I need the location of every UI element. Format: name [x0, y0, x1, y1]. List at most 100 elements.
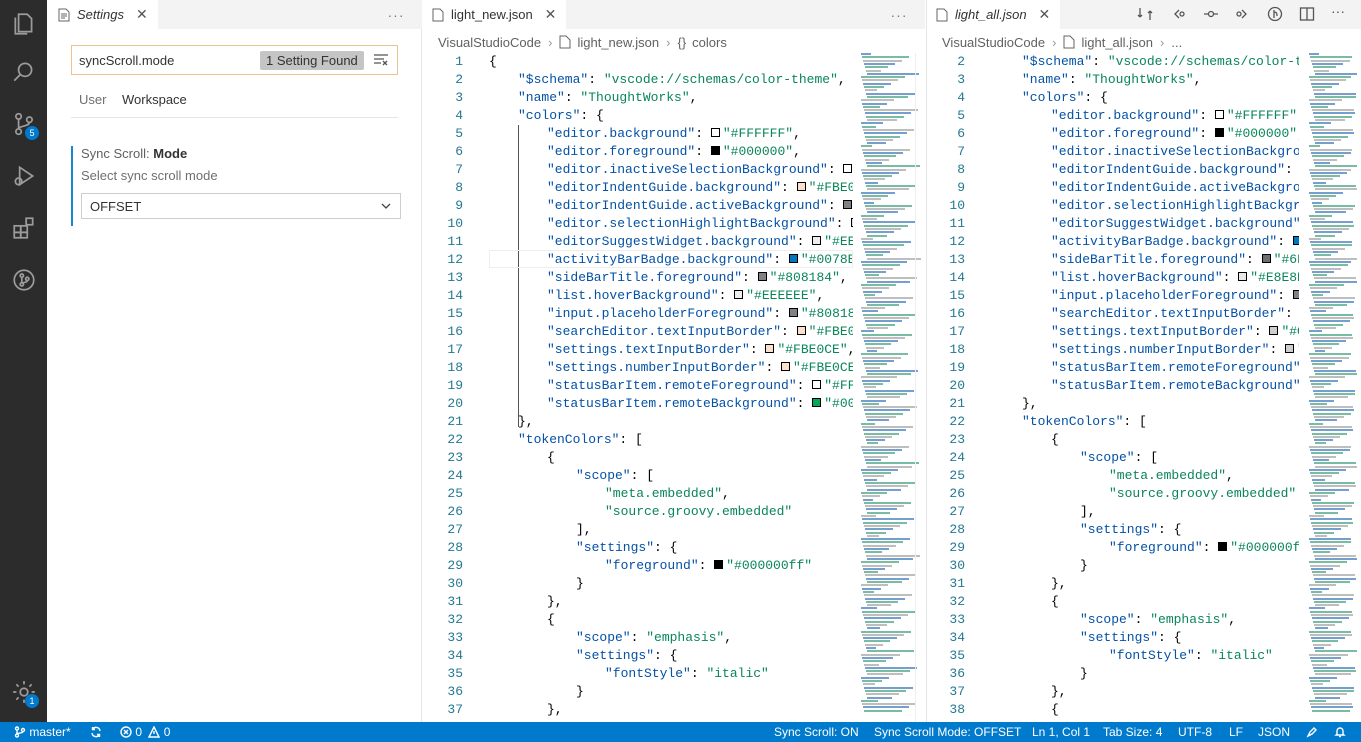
code-line[interactable]: "scope": [	[1080, 449, 1299, 467]
color-swatch-icon[interactable]	[1269, 326, 1279, 336]
code-line[interactable]: "meta.embedded",	[605, 485, 853, 503]
eol-status[interactable]: LF	[1229, 722, 1243, 742]
code-line[interactable]: "list.hoverBackground": "#EEEEEE",	[547, 287, 853, 305]
code-line[interactable]: "name": "ThoughtWorks",	[1022, 71, 1299, 89]
code-line[interactable]: {	[547, 449, 853, 467]
breadcrumb-file[interactable]: light_new.json	[577, 35, 659, 50]
code-line[interactable]: }	[1080, 665, 1299, 683]
code-line[interactable]: },	[1051, 683, 1299, 701]
code-line[interactable]: "statusBarItem.remoteBackground":	[1051, 377, 1299, 395]
notifications-bell-icon[interactable]	[1334, 722, 1346, 742]
code-line[interactable]: "editor.background": "#FFFFFF",	[547, 125, 853, 143]
code-area[interactable]: 1 {2 "$schema": "vscode://schemas/color-th…	[423, 53, 853, 722]
code-line[interactable]: "input.placeholderForeground": "#	[1051, 287, 1299, 305]
color-swatch-icon[interactable]	[710, 128, 720, 138]
code-line[interactable]: "editor.foreground": "#000000",	[547, 143, 853, 161]
code-line[interactable]: "editor.selectionHighlightBackgrou	[1051, 197, 1299, 215]
code-line[interactable]: }	[576, 683, 853, 701]
clear-filter-icon[interactable]	[373, 52, 389, 68]
code-line[interactable]: "scope": [	[576, 467, 853, 485]
code-line[interactable]: "activityBarBadge.background": "#0078BF"	[547, 251, 853, 269]
code-line[interactable]: "searchEditor.textInputBorder": "#FBE0CE…	[547, 323, 853, 341]
code-line[interactable]: },	[547, 701, 853, 719]
search-icon[interactable]	[0, 48, 47, 96]
code-line[interactable]: {	[547, 611, 853, 629]
git-graph-icon[interactable]	[0, 256, 47, 304]
color-swatch-icon[interactable]	[843, 164, 853, 174]
color-swatch-icon[interactable]	[851, 218, 853, 228]
color-swatch-icon[interactable]	[710, 146, 720, 156]
tab-light-new-json[interactable]: light_new.json ✕	[423, 0, 567, 29]
code-line[interactable]: {	[489, 53, 853, 71]
color-swatch-icon[interactable]	[781, 362, 791, 372]
color-swatch-icon[interactable]	[1238, 272, 1248, 282]
code-line[interactable]: "editor.background": "#FFFFFF",	[1051, 107, 1299, 125]
code-line[interactable]: "settings.textInputBorder": "#CEC	[1051, 323, 1299, 341]
code-line[interactable]: "fontStyle": "italic"	[605, 665, 853, 683]
color-swatch-icon[interactable]	[757, 272, 767, 282]
code-line[interactable]: },	[1022, 395, 1299, 413]
code-line[interactable]: "foreground": "#000000ff"	[605, 557, 853, 575]
code-line[interactable]: "fontStyle": "italic"	[1109, 647, 1299, 665]
code-line[interactable]: "editorIndentGuide.activeBackground": "#	[547, 197, 853, 215]
color-swatch-icon[interactable]	[1292, 236, 1299, 246]
code-line[interactable]: "$schema": "vscode://schemas/color-theme…	[518, 71, 853, 89]
color-swatch-icon[interactable]	[1214, 110, 1224, 120]
code-line[interactable]: ],	[576, 521, 853, 539]
code-line[interactable]: "scope": "emphasis",	[576, 629, 853, 647]
code-line[interactable]: "source.groovy.embedded"	[1109, 485, 1299, 503]
go-back-icon[interactable]	[1171, 6, 1187, 22]
split-editor-icon[interactable]	[1299, 6, 1315, 22]
code-line[interactable]: "colors": {	[518, 107, 853, 125]
code-line[interactable]: "editorSuggestWidget.background": "#EEEE…	[547, 233, 853, 251]
code-line[interactable]: "statusBarItem.remoteForeground": "#FFF"	[547, 377, 853, 395]
go-forward-icon[interactable]	[1234, 6, 1250, 22]
code-line[interactable]: "foreground": "#000000ff"	[1109, 539, 1299, 557]
code-line[interactable]: "settings": {	[576, 539, 853, 557]
sync-scroll-mode-status[interactable]: Sync Scroll Mode: OFFSET	[874, 722, 1021, 742]
color-swatch-icon[interactable]	[734, 290, 744, 300]
color-swatch-icon[interactable]	[812, 380, 822, 390]
feedback-icon[interactable]	[1306, 722, 1318, 742]
sync-icon[interactable]	[90, 722, 102, 742]
color-swatch-icon[interactable]	[1214, 128, 1224, 138]
color-swatch-icon[interactable]	[1285, 344, 1295, 354]
code-line[interactable]: "statusBarItem.remoteForeground":	[1051, 359, 1299, 377]
tab-settings[interactable]: Settings ✕	[47, 0, 158, 29]
code-line[interactable]: "editor.foreground": "#000000",	[1051, 125, 1299, 143]
source-control-icon[interactable]: 5	[0, 100, 47, 148]
color-swatch-icon[interactable]	[796, 326, 806, 336]
color-swatch-icon[interactable]	[796, 182, 806, 192]
code-line[interactable]: "tokenColors": [	[1022, 413, 1299, 431]
color-swatch-icon[interactable]	[765, 344, 775, 354]
tab-size-status[interactable]: Tab Size: 4	[1103, 722, 1162, 742]
compare-icon[interactable]	[1137, 6, 1153, 22]
code-line[interactable]: "editor.inactiveSelectionBackground	[1051, 143, 1299, 161]
code-line[interactable]: "editorIndentGuide.background": "#FBE0CE…	[547, 179, 853, 197]
breadcrumb-symbol[interactable]: colors	[692, 35, 727, 50]
code-line[interactable]: }	[1080, 557, 1299, 575]
code-line[interactable]: "settings": {	[1080, 629, 1299, 647]
code-line[interactable]: {	[1051, 701, 1299, 719]
sync-scroll-status[interactable]: Sync Scroll: ON	[774, 722, 859, 742]
color-swatch-icon[interactable]	[1218, 542, 1228, 552]
color-swatch-icon[interactable]	[714, 560, 724, 570]
close-icon[interactable]: ✕	[136, 6, 148, 23]
code-line[interactable]: "settings": {	[576, 647, 853, 665]
minimap[interactable]	[1305, 53, 1357, 722]
color-swatch-icon[interactable]	[812, 236, 822, 246]
code-line[interactable]: },	[547, 593, 853, 611]
breadcrumb-file[interactable]: light_all.json	[1081, 35, 1153, 50]
language-mode[interactable]: JSON	[1258, 722, 1290, 742]
problems-status[interactable]: 0 0	[120, 722, 170, 742]
code-line[interactable]: "editorIndentGuide.background": "	[1051, 161, 1299, 179]
manage-gear-icon[interactable]: 1	[0, 668, 47, 716]
code-line[interactable]: },	[518, 413, 853, 431]
code-line[interactable]: "settings": {	[1080, 521, 1299, 539]
code-line[interactable]: "searchEditor.textInputBorder":	[1051, 305, 1299, 323]
circle-dot-icon[interactable]	[1203, 6, 1219, 22]
code-line[interactable]: "editor.inactiveSelectionBackground": "#…	[547, 161, 853, 179]
code-line[interactable]: "scope": "emphasis",	[1080, 611, 1299, 629]
explorer-icon[interactable]	[0, 0, 47, 48]
breadcrumb-ellipsis[interactable]: ...	[1171, 35, 1182, 50]
